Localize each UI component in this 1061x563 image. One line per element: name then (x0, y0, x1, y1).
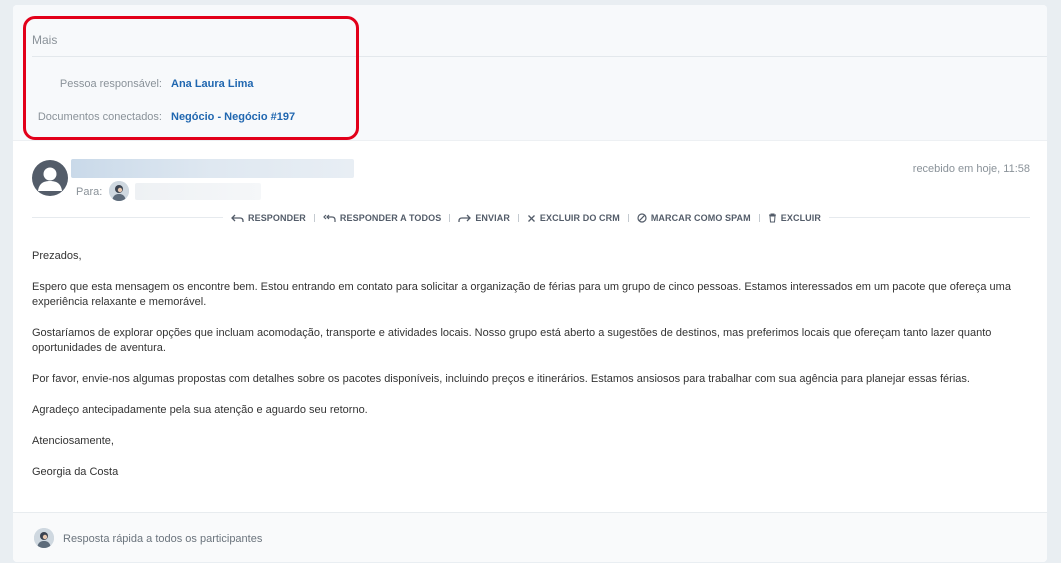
delete-from-crm-label: Excluir do CRM (539, 213, 620, 223)
body-paragraph: Georgia da Costa (32, 466, 119, 478)
delete-from-crm-button[interactable]: Excluir do CRM (527, 213, 620, 223)
separator (517, 214, 519, 222)
forward-icon (458, 214, 472, 222)
body-paragraph: Atenciosamente, (32, 435, 114, 447)
quick-reply-bar[interactable]: Resposta rápida a todos os participantes (13, 512, 1047, 562)
message-body: Prezados, Espero que esta mensagem os en… (32, 249, 1032, 496)
recipient-redacted (135, 183, 261, 200)
forward-label: Enviar (475, 213, 510, 223)
reply-icon (231, 214, 244, 222)
received-timestamp: recebido em hoje, 11:58 (912, 163, 1030, 175)
connected-documents-label: Documentos conectados: (37, 111, 162, 123)
email-card: Mais Pessoa responsável: Ana Laura Lima … (13, 5, 1047, 562)
reply-button[interactable]: Responder (231, 213, 306, 223)
connected-document-link[interactable]: Negócio - Negócio #197 (171, 111, 295, 123)
separator (758, 214, 760, 222)
current-user-avatar (34, 528, 54, 548)
body-paragraph: Prezados, (32, 250, 82, 262)
user-icon (38, 167, 62, 191)
responsible-person-link[interactable]: Ana Laura Lima (171, 78, 254, 90)
mark-as-spam-button[interactable]: Marcar como spam (637, 213, 751, 223)
sender-name-redacted (71, 159, 354, 178)
divider (32, 56, 1047, 57)
recipient-avatar[interactable] (109, 181, 129, 201)
body-paragraph: Por favor, envie-nos algumas propostas c… (32, 373, 970, 385)
reply-all-button[interactable]: Responder a todos (323, 213, 441, 223)
forward-button[interactable]: Enviar (458, 213, 510, 223)
close-icon (527, 214, 535, 222)
reply-all-label: Responder a todos (339, 213, 442, 223)
more-section-title: Mais (32, 33, 58, 47)
reply-all-icon (323, 214, 336, 222)
person-photo-icon (34, 528, 54, 548)
reply-label: Responder (248, 213, 306, 223)
separator (449, 214, 451, 222)
to-label: Para: (76, 186, 103, 198)
sender-avatar[interactable] (32, 160, 68, 196)
separator (627, 214, 629, 222)
block-icon (637, 213, 647, 223)
delete-button[interactable]: Excluir (768, 213, 821, 223)
message-actions: Responder Responder a todos Enviar Exclu… (223, 210, 829, 226)
separator (313, 214, 315, 222)
body-paragraph: Espero que esta mensagem os encontre bem… (32, 281, 1011, 308)
mark-as-spam-label: Marcar como spam (650, 213, 751, 223)
quick-reply-input[interactable]: Resposta rápida a todos os participantes (63, 533, 262, 545)
responsible-label: Pessoa responsável: (59, 78, 162, 90)
body-paragraph: Agradeço antecipadamente pela sua atençã… (32, 404, 368, 416)
person-photo-icon (109, 181, 129, 201)
body-paragraph: Gostaríamos de explorar opções que inclu… (32, 327, 992, 354)
trash-icon (768, 213, 776, 223)
more-section: Mais Pessoa responsável: Ana Laura Lima … (13, 5, 1047, 141)
delete-label: Excluir (780, 213, 821, 223)
